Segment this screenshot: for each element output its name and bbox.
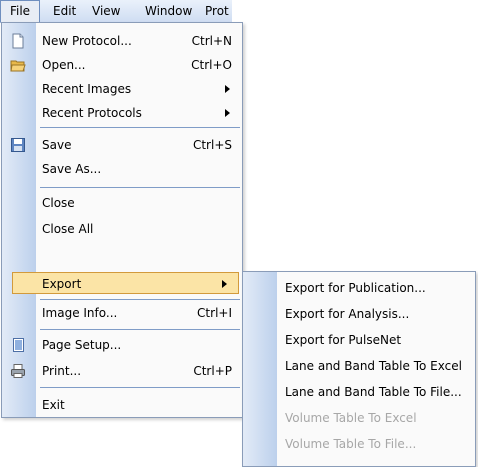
menu-item-lane-band-table-to-excel[interactable]: Lane and Band Table To Excel [243,354,475,378]
open-folder-icon [10,60,26,72]
menu-item-label: Export for PulseNet [285,333,402,347]
printer-icon [11,364,25,378]
menu-item-volume-table-to-excel: Volume Table To Excel [243,406,475,430]
menu-item-label: Image Info... [42,306,118,320]
menu-item-recent-protocols[interactable]: Recent Protocols [2,101,242,125]
menu-item-export-for-publication[interactable]: Export for Publication... [243,276,475,300]
menu-item-image-info[interactable]: Image Info... Ctrl+I [2,301,242,325]
menu-edit[interactable]: Edit [53,0,76,22]
shortcut-label: Ctrl+S [192,138,232,152]
menu-separator [40,387,240,388]
menu-item-label: Print... [42,364,82,378]
shortcut-label: Ctrl+N [191,34,232,48]
menu-item-label: Export for Publication... [285,281,426,295]
menu-item-label: Volume Table To File... [285,437,417,451]
menu-separator [40,299,240,300]
menu-item-label: Close All [42,222,94,236]
menu-item-label: Lane and Band Table To Excel [285,359,462,373]
menu-item-export-for-pulsenet[interactable]: Export for PulseNet [243,328,475,352]
menu-item-new-protocol[interactable]: New Protocol... Ctrl+N [2,29,242,53]
menu-item-open[interactable]: Open... Ctrl+O [2,53,242,77]
menu-separator [40,329,240,330]
shortcut-label: Ctrl+O [191,58,232,72]
menu-item-save[interactable]: Save Ctrl+S [2,133,242,157]
menu-item-export-for-analysis[interactable]: Export for Analysis... [243,302,475,326]
menu-item-exit[interactable]: Exit [2,393,242,417]
menu-item-label: New Protocol... [42,34,132,48]
shortcut-label: Ctrl+I [197,306,232,320]
menu-item-label: Save [42,138,72,152]
menu-item-label: Export for Analysis... [285,307,410,321]
menu-item-label: Recent Protocols [42,106,142,120]
menu-item-print[interactable]: Print... Ctrl+P [2,359,242,383]
menu-protocol[interactable]: Prot [205,0,229,22]
menu-separator [40,187,240,188]
new-document-icon [12,33,24,49]
menu-view[interactable]: View [92,0,120,22]
page-setup-icon [13,338,24,352]
menu-item-label: Save As... [42,162,102,176]
submenu-arrow-icon [222,280,227,288]
menu-separator [40,127,240,128]
menu-file[interactable]: File [0,0,40,22]
menu-bar: File Edit View Window Prot [0,0,232,23]
submenu-arrow-icon [225,109,230,117]
menu-item-label: Export [42,277,82,291]
menu-item-page-setup[interactable]: Page Setup... [2,333,242,357]
menu-item-close-all[interactable]: Close All [2,217,242,241]
floppy-disk-icon [11,138,25,152]
menu-window[interactable]: Window [145,0,192,22]
menu-item-label: Page Setup... [42,338,122,352]
menu-item-label: Exit [42,398,65,412]
menu-item-label: Volume Table To Excel [285,411,417,425]
menu-item-label: Close [42,196,75,210]
menu-item-volume-table-to-file: Volume Table To File... [243,432,475,456]
file-menu: New Protocol... Ctrl+N Open... Ctrl+O Re… [1,22,243,418]
menu-item-save-as[interactable]: Save As... [2,157,242,181]
menu-item-export[interactable]: Export [12,272,239,294]
menu-item-lane-band-table-to-file[interactable]: Lane and Band Table To File... [243,380,475,404]
menu-item-close[interactable]: Close [2,191,242,215]
menu-item-label: Open... [42,58,86,72]
shortcut-label: Ctrl+P [193,364,232,378]
export-submenu: Export for Publication... Export for Ana… [242,271,476,467]
submenu-arrow-icon [225,85,230,93]
menu-item-recent-images[interactable]: Recent Images [2,77,242,101]
menu-item-label: Lane and Band Table To File... [285,385,462,399]
menu-item-label: Recent Images [42,82,132,96]
